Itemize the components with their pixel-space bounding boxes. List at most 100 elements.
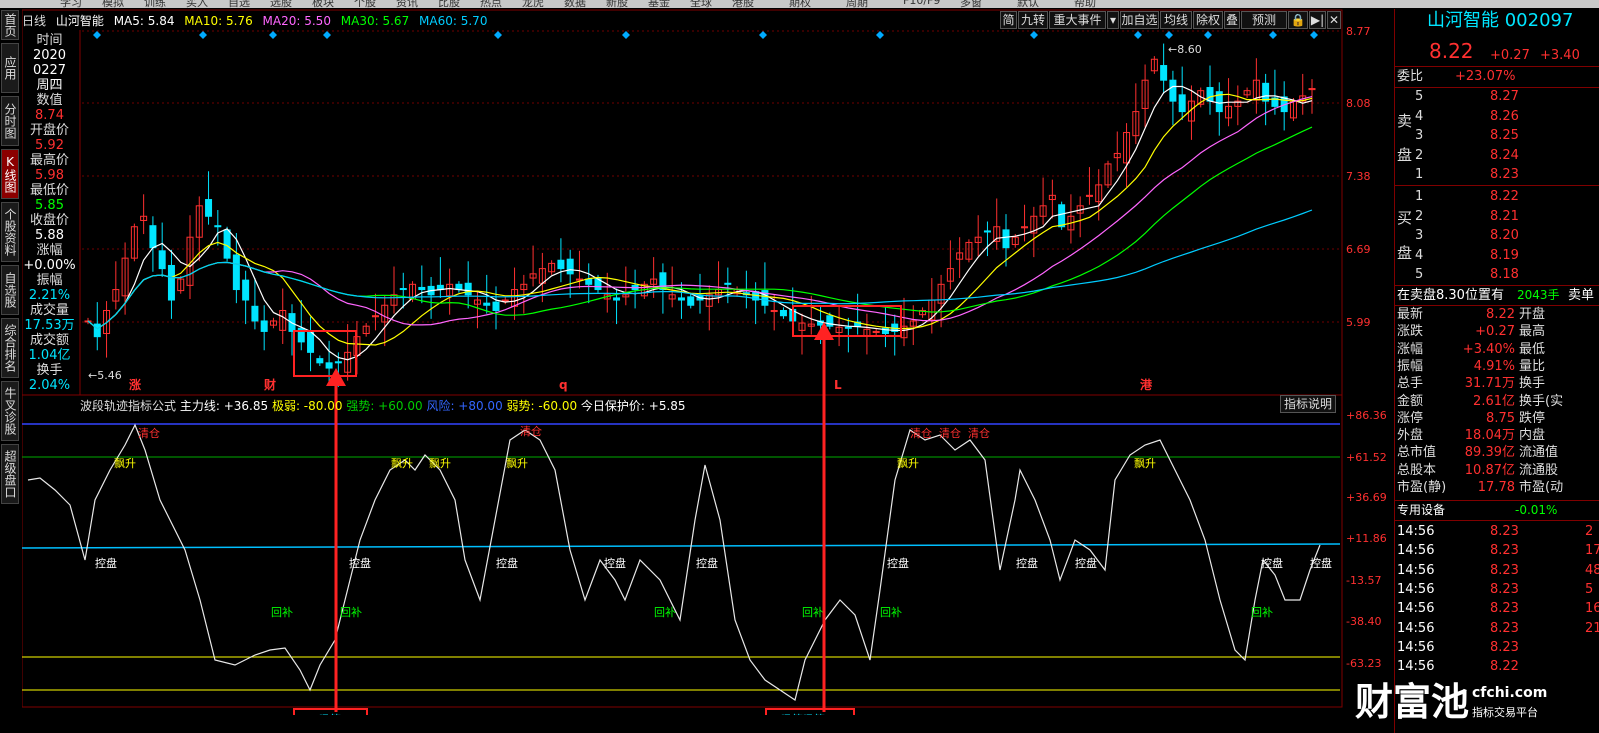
piaosheng-label: 飘升 (506, 457, 528, 470)
left-nav-7[interactable]: 牛叉诊股 (1, 381, 19, 441)
indicator-help-button[interactable]: 指标说明 (1280, 395, 1336, 413)
huibu-label: 回补 (340, 606, 362, 619)
menu-item-12[interactable]: 数据 (564, 0, 586, 8)
huibu-label: 回补 (271, 606, 293, 619)
huibu-label: 回补 (1251, 606, 1273, 619)
menu-item-10[interactable]: 热点 (480, 0, 502, 8)
menu-item-20[interactable]: 多窗 (960, 0, 982, 8)
menu-item-1[interactable]: 模拟 (102, 0, 124, 8)
candle-body (1169, 79, 1177, 102)
candle-body (779, 309, 787, 317)
indicator-axis-label: +36.69 (1346, 491, 1387, 504)
toolbar-button-2[interactable]: 重大事件 (1049, 11, 1106, 29)
price-axis-label: 7.38 (1346, 170, 1371, 183)
candle-body (307, 331, 315, 353)
candle-body (334, 361, 342, 364)
kongpan-label: 控盘 (604, 556, 626, 570)
candle-body (492, 301, 500, 311)
menu-item-8[interactable]: 资讯 (396, 0, 418, 8)
indicator-panel-border (22, 394, 1343, 708)
menu-item-3[interactable]: 买入 (186, 0, 208, 8)
toolbar-button-0[interactable]: 简 (1000, 11, 1017, 29)
order-notice: 在卖盘8.30位置有 2043手 卖单 (1397, 288, 1595, 303)
candle-body (677, 297, 685, 301)
stat-label-7: 收盘价 (29, 213, 69, 228)
toolbar-button-6[interactable]: 除权 (1193, 11, 1223, 29)
stock-price-row: 8.22 +0.27 +3.40 (1429, 39, 1580, 63)
menu-item-18[interactable]: 周期 (846, 0, 868, 8)
left-nav-6[interactable]: 综合排名 (1, 318, 19, 378)
toolbar-button-9[interactable]: 🔒 (1288, 11, 1308, 29)
buy-level-1: 1 8.22 (1415, 189, 1519, 204)
left-nav-8[interactable]: 超级盘口 (1, 444, 19, 504)
stat-label-10: 成交量 (29, 303, 69, 318)
huibu-label: 回补 (802, 606, 824, 619)
toolbar-button-7[interactable]: 叠 (1224, 11, 1240, 29)
qingcang-label: 清仓 (968, 426, 990, 440)
kongpan-label: 控盘 (1261, 556, 1283, 570)
menu-item-14[interactable]: 基金 (648, 0, 670, 8)
price-axis-label: 8.08 (1346, 97, 1371, 110)
stat-label-5: 最高价 (29, 153, 69, 168)
toolbar-button-8[interactable]: 预测 (1241, 11, 1287, 29)
kongpan-label: 控盘 (887, 556, 909, 570)
menu-item-6[interactable]: 板块 (312, 0, 334, 8)
buy-level-4: 4 8.19 (1415, 247, 1519, 263)
left-nav-4[interactable]: 个股资料 (1, 202, 19, 262)
candle-body (167, 264, 175, 301)
menu-item-11[interactable]: 龙虎 (522, 0, 544, 8)
price-panel-border (22, 9, 1343, 396)
indicator-axis-label: +86.36 (1346, 409, 1387, 422)
menu-item-19[interactable]: F10/F9 (903, 0, 940, 7)
event-mark: L (834, 378, 842, 392)
left-nav-2[interactable]: 分时图 (1, 96, 19, 146)
stat-value-5: 5.98 (35, 168, 64, 183)
tick-row-1: 14:56 8.23 17 (1397, 543, 1599, 559)
menu-item-16[interactable]: 港股 (732, 0, 754, 8)
qingcang-label: 清仓 (910, 426, 932, 440)
quote-row-6: 涨停 8.75 跌停 (1397, 410, 1546, 426)
left-nav-3[interactable]: K线图 (1, 149, 19, 199)
toolbar-button-5[interactable]: 均线 (1160, 11, 1192, 29)
menu-item-4[interactable]: 自选 (228, 0, 250, 8)
menu-item-15[interactable]: 全球 (690, 0, 712, 8)
low-price-marker: ←5.46 (88, 369, 122, 382)
event-mark: q (559, 378, 568, 392)
candle-body (613, 297, 621, 301)
menu-item-7[interactable]: 个股 (354, 0, 376, 8)
menu-item-21[interactable]: 默认 (1017, 0, 1039, 8)
indicator-strong: 强势: +60.00 (346, 399, 423, 413)
period-label: 日线 (22, 14, 47, 28)
candle-body (1206, 87, 1214, 102)
kongpan-label: 控盘 (1075, 556, 1097, 570)
toolbar-button-3[interactable]: ▾ (1107, 11, 1119, 29)
event-diamond (1204, 31, 1212, 39)
menu-item-9[interactable]: 比股 (438, 0, 460, 8)
left-nav-1[interactable]: 应用 (1, 43, 19, 93)
menu-item-0[interactable]: 学习 (60, 0, 82, 8)
stat-value-2: 周四 (36, 78, 63, 93)
menu-item-2[interactable]: 训练 (144, 0, 166, 8)
candle-body (483, 302, 491, 306)
stat-value-4: 5.92 (35, 138, 64, 153)
ma10-label: MA10: 5.76 (184, 14, 253, 28)
menu-item-22[interactable]: 帮助 (1074, 0, 1096, 8)
left-nav-5[interactable]: 自选股 (1, 265, 19, 315)
watermark-url: cfchi.com (1472, 685, 1548, 701)
stat-value-1: 0227 (32, 63, 67, 78)
toolbar-button-4[interactable]: 加自选 (1120, 11, 1159, 29)
piaosheng-label: 飘升 (897, 457, 919, 470)
menu-item-5[interactable]: 选股 (270, 0, 292, 8)
menu-item-17[interactable]: 期权 (789, 0, 811, 8)
indicator-axis-label: -13.57 (1346, 574, 1381, 587)
quote-row-1: 涨跌 +0.27 最高 (1397, 324, 1546, 340)
kline-chart[interactable]: 8.77 8.08 7.38 6.69 5.99 ←8.60 ←5.46 涨 财 q L 港 +86.3… (22, 9, 1394, 715)
stat-value-9: 2.21% (28, 288, 71, 303)
quote-row-10: 市盈(静) 17.78 市盈(动 (1397, 480, 1564, 495)
toolbar-button-11[interactable]: ✕ (1327, 11, 1341, 29)
candle-body (983, 230, 991, 233)
toolbar-button-1[interactable]: 九转 (1018, 11, 1048, 29)
menu-item-13[interactable]: 新股 (606, 0, 628, 8)
left-nav-0[interactable]: 首页 (1, 10, 19, 40)
toolbar-button-10[interactable]: ▶| (1309, 11, 1326, 29)
